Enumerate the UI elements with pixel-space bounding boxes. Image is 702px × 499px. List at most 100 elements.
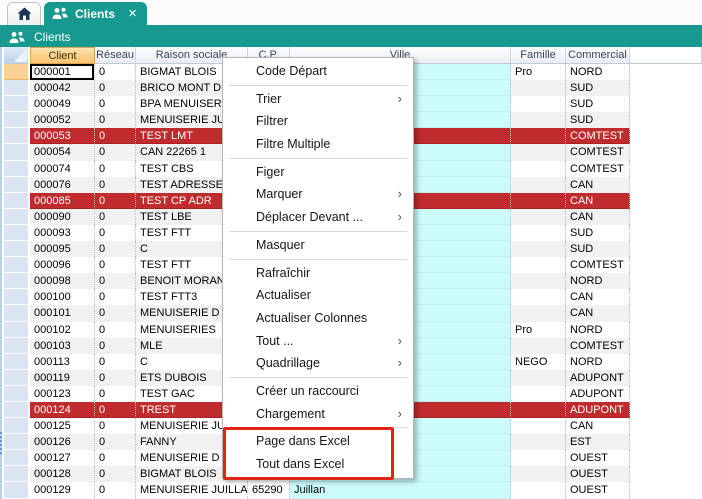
cell-famille[interactable]: Pro <box>511 322 566 338</box>
cell-reseau[interactable]: 0 <box>95 112 136 128</box>
cell-reseau[interactable]: 0 <box>95 177 136 193</box>
cell-client[interactable]: 000113 <box>30 354 95 370</box>
cell-commercial[interactable]: NORD <box>566 354 630 370</box>
cell-famille[interactable] <box>511 482 566 498</box>
cell-famille[interactable] <box>511 241 566 257</box>
cell-famille[interactable] <box>511 80 566 96</box>
row-header[interactable] <box>4 128 30 144</box>
cell-client[interactable]: 000101 <box>30 305 95 321</box>
cell-reseau[interactable]: 0 <box>95 273 136 289</box>
cell-client[interactable]: 000128 <box>30 466 95 482</box>
cell-client[interactable]: 000074 <box>30 161 95 177</box>
cell-commercial[interactable]: COMTEST <box>566 338 630 354</box>
cell-reseau[interactable]: 0 <box>95 450 136 466</box>
row-header[interactable] <box>4 112 30 128</box>
cell-client[interactable]: 000090 <box>30 209 95 225</box>
row-header[interactable] <box>4 257 30 273</box>
column-header-client[interactable]: Client <box>30 47 95 64</box>
cell-famille[interactable] <box>511 193 566 209</box>
cell-famille[interactable] <box>511 112 566 128</box>
menu-item-chargement[interactable]: Chargement› <box>223 403 413 426</box>
row-header[interactable] <box>4 64 30 80</box>
column-header-famille[interactable]: Famille <box>511 47 566 64</box>
row-header[interactable] <box>4 482 30 498</box>
cell-client[interactable]: 000042 <box>30 80 95 96</box>
row-header[interactable] <box>4 354 30 370</box>
cell-ville[interactable]: Juillan <box>290 482 511 498</box>
menu-item-code-d-part[interactable]: Code Départ <box>223 60 413 83</box>
cell-famille[interactable] <box>511 289 566 305</box>
cell-reseau[interactable]: 0 <box>95 289 136 305</box>
cell-client[interactable]: 000102 <box>30 322 95 338</box>
row-header[interactable] <box>4 370 30 386</box>
cell-reseau[interactable]: 0 <box>95 209 136 225</box>
row-header[interactable] <box>4 144 30 160</box>
cell-reseau[interactable]: 0 <box>95 241 136 257</box>
cell-commercial[interactable]: CAN <box>566 418 630 434</box>
menu-item-quadrillage[interactable]: Quadrillage› <box>223 352 413 375</box>
cell-famille[interactable] <box>511 338 566 354</box>
cell-commercial[interactable]: COMTEST <box>566 128 630 144</box>
cell-client[interactable]: 000123 <box>30 386 95 402</box>
row-header[interactable] <box>4 177 30 193</box>
menu-item-d-placer-devant[interactable]: Déplacer Devant ...› <box>223 206 413 229</box>
cell-commercial[interactable]: COMTEST <box>566 161 630 177</box>
cell-client[interactable]: 000098 <box>30 273 95 289</box>
cell-client[interactable]: 000053 <box>30 128 95 144</box>
cell-reseau[interactable]: 0 <box>95 257 136 273</box>
cell-commercial[interactable]: OUEST <box>566 482 630 498</box>
row-header[interactable] <box>4 402 30 418</box>
cell-famille[interactable] <box>511 177 566 193</box>
row-header[interactable] <box>4 466 30 482</box>
menu-item-trier[interactable]: Trier› <box>223 88 413 111</box>
menu-item-tout[interactable]: Tout ...› <box>223 330 413 353</box>
cell-reseau[interactable]: 0 <box>95 96 136 112</box>
cell-commercial[interactable]: SUD <box>566 241 630 257</box>
cell-reseau[interactable]: 0 <box>95 64 136 80</box>
cell-famille[interactable] <box>511 96 566 112</box>
cell-client[interactable]: 000001 <box>30 64 95 80</box>
cell-commercial[interactable]: CAN <box>566 193 630 209</box>
tab-close-icon[interactable]: ✕ <box>128 7 137 20</box>
cell-cp[interactable]: 65290 <box>248 482 290 498</box>
menu-item-masquer[interactable]: Masquer <box>223 234 413 257</box>
cell-client[interactable]: 000124 <box>30 402 95 418</box>
cell-reseau[interactable]: 0 <box>95 370 136 386</box>
cell-reseau[interactable]: 0 <box>95 144 136 160</box>
row-header[interactable] <box>4 241 30 257</box>
row-header[interactable] <box>4 289 30 305</box>
menu-item-tout-dans-excel[interactable]: Tout dans Excel <box>223 453 413 476</box>
table-row[interactable]: 0001290MENUISERIE JUILLANAIS65290Juillan… <box>0 482 702 498</box>
cell-client[interactable]: 000093 <box>30 225 95 241</box>
cell-commercial[interactable]: NORD <box>566 64 630 80</box>
cell-famille[interactable]: Pro <box>511 64 566 80</box>
cell-reseau[interactable]: 0 <box>95 193 136 209</box>
cell-reseau[interactable]: 0 <box>95 402 136 418</box>
cell-commercial[interactable]: SUD <box>566 80 630 96</box>
row-header[interactable] <box>4 434 30 450</box>
cell-famille[interactable] <box>511 273 566 289</box>
cell-client[interactable]: 000052 <box>30 112 95 128</box>
row-header[interactable] <box>4 80 30 96</box>
cell-commercial[interactable]: ADUPONT <box>566 386 630 402</box>
row-header[interactable] <box>4 96 30 112</box>
menu-item-actualiser-colonnes[interactable]: Actualiser Colonnes <box>223 307 413 330</box>
cell-famille[interactable] <box>511 305 566 321</box>
cell-famille[interactable] <box>511 450 566 466</box>
row-header[interactable] <box>4 193 30 209</box>
cell-client[interactable]: 000054 <box>30 144 95 160</box>
cell-client[interactable]: 000126 <box>30 434 95 450</box>
menu-item-filtrer[interactable]: Filtrer <box>223 110 413 133</box>
menu-item-rafra-chir[interactable]: Rafraîchir <box>223 262 413 285</box>
cell-reseau[interactable]: 0 <box>95 80 136 96</box>
cell-client[interactable]: 000095 <box>30 241 95 257</box>
cell-client[interactable]: 000096 <box>30 257 95 273</box>
tab-clients[interactable]: Clients ✕ <box>44 2 147 25</box>
cell-commercial[interactable]: CAN <box>566 289 630 305</box>
cell-reseau[interactable]: 0 <box>95 482 136 498</box>
cell-famille[interactable] <box>511 257 566 273</box>
cell-commercial[interactable]: SUD <box>566 112 630 128</box>
column-header-reseau[interactable]: Réseau <box>95 47 136 64</box>
cell-commercial[interactable]: COMTEST <box>566 144 630 160</box>
column-header-commercial[interactable]: Commercial <box>566 47 630 64</box>
